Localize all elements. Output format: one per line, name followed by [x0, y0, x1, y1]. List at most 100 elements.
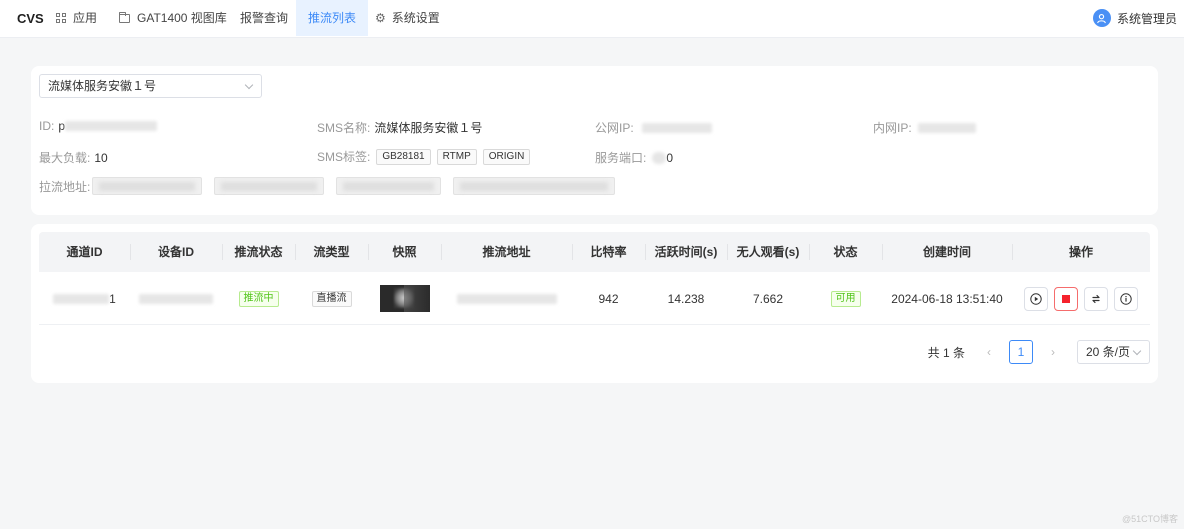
status-badge: 推流中 — [238, 290, 279, 307]
info-label: 内网IP: — [873, 121, 912, 135]
sms-tag: ORIGIN — [482, 148, 531, 165]
chevron-right-icon[interactable]: › — [1043, 345, 1063, 359]
cell-active-time: 14.238 — [667, 291, 705, 306]
table-header: 通道ID 设备ID 推流状态 流类型 快照 推流地址 比特率 活跃时间(s) 无… — [39, 232, 1150, 272]
info-max-load: 最大负载: 10 — [39, 149, 108, 166]
column-header: 比特率 — [590, 245, 627, 259]
page-number-current[interactable]: 1 — [1009, 340, 1033, 364]
column-header: 通道ID — [66, 245, 103, 259]
info-private-ip: 内网IP: — [873, 119, 976, 136]
nav-item-label: 推流列表 — [308, 11, 357, 25]
table-row: 1 推流中 直播流 942 14.238 7.662 可用 2024-06-18… — [39, 272, 1150, 325]
info-sms-tags: SMS标签: GB28181 RTMP ORIGIN — [317, 148, 536, 165]
pull-address-item[interactable] — [336, 177, 442, 195]
user-name: 系统管理员 — [1116, 11, 1177, 26]
server-info-card: 流媒体服务安徽１号 ID: p SMS名称: 流媒体服务安徽１号 公网IP: 内… — [31, 66, 1158, 215]
pagination: 共 1 条 ‹ 1 › 20 条/页 — [928, 340, 1150, 364]
info-value: 流媒体服务安徽１号 — [374, 121, 483, 135]
info-label: 最大负载: — [39, 151, 91, 165]
stop-button[interactable] — [1054, 286, 1078, 311]
page-size-value: 20 条/页 — [1086, 345, 1131, 359]
user-menu[interactable]: 系统管理员 — [1092, 9, 1177, 27]
info-label: ID: — [39, 119, 55, 133]
info-label: 拉流地址: — [39, 179, 91, 194]
nav-item-gat1400[interactable]: GAT1400 视图库 — [111, 0, 235, 36]
nav-item-alarm-query[interactable]: 报警查询 — [232, 0, 296, 36]
nav-item-apps[interactable]: 应用 — [48, 0, 105, 36]
app-logo[interactable]: CVS — [17, 11, 44, 26]
info-button[interactable] — [1114, 286, 1138, 311]
info-sms-name: SMS名称: 流媒体服务安徽１号 — [317, 119, 482, 136]
stream-list-card: 通道ID 设备ID 推流状态 流类型 快照 推流地址 比特率 活跃时间(s) 无… — [31, 224, 1158, 383]
info-value: 0 — [666, 150, 674, 165]
column-header: 快照 — [392, 245, 417, 259]
column-header: 操作 — [1068, 245, 1093, 259]
column-header: 活跃时间(s) — [654, 245, 718, 259]
user-icon — [1092, 9, 1111, 27]
nav-item-stream-list[interactable]: 推流列表 — [296, 0, 369, 36]
pagination-total: 共 1 条 — [927, 345, 965, 360]
redacted-value — [917, 122, 976, 133]
server-select[interactable]: 流媒体服务安徽１号 — [39, 74, 262, 98]
play-icon — [1030, 292, 1042, 305]
grid-icon — [56, 13, 66, 23]
sms-tag: GB28181 — [376, 148, 431, 165]
info-value: 10 — [94, 150, 108, 165]
nav-item-label: GAT1400 视图库 — [137, 11, 227, 25]
sms-tag: RTMP — [436, 148, 477, 165]
info-port: 服务端口: 0 — [595, 149, 673, 166]
info-label: SMS名称: — [317, 121, 371, 135]
info-label: 服务端口: — [595, 151, 647, 165]
redacted-value — [139, 293, 213, 304]
info-icon — [1120, 292, 1132, 305]
type-badge: 直播流 — [311, 290, 352, 307]
switch-button[interactable] — [1084, 286, 1108, 311]
cell-channel-id: 1 — [39, 272, 130, 325]
folder-icon — [119, 11, 130, 23]
cell-created-time: 2024-06-18 13:51:40 — [891, 291, 1003, 306]
cell-device-id — [130, 272, 222, 325]
top-nav-bar: CVS 应用 GAT1400 视图库 报警查询 推流列表 ⚙ 系统设置 系统管理… — [0, 0, 1184, 38]
info-id: ID: p — [39, 119, 158, 133]
nav-item-label: 应用 — [73, 11, 98, 25]
nav-item-label: 系统设置 — [391, 11, 440, 25]
cell-snapshot — [368, 272, 441, 325]
redacted-value — [65, 121, 158, 131]
snapshot-image[interactable] — [379, 285, 430, 312]
status-badge: 可用 — [830, 290, 861, 307]
pull-address-item[interactable] — [214, 177, 325, 195]
cell-push-status: 推流中 — [222, 272, 295, 325]
gear-icon: ⚙ — [375, 11, 386, 25]
nav-item-system-settings[interactable]: ⚙ 系统设置 — [367, 0, 448, 36]
cell-push-address — [441, 272, 572, 325]
play-button[interactable] — [1024, 286, 1048, 311]
watermark: @51CTO博客 — [1122, 514, 1178, 524]
column-header: 流类型 — [313, 245, 350, 259]
info-public-ip: 公网IP: — [595, 119, 712, 136]
cell-stream-type: 直播流 — [295, 272, 368, 325]
redacted-value — [53, 293, 110, 304]
column-header: 推流地址 — [482, 245, 531, 259]
redacted-value — [652, 151, 667, 164]
column-header: 创建时间 — [922, 245, 971, 259]
stop-icon — [1062, 294, 1070, 303]
info-value: p — [58, 119, 66, 133]
pull-address-item[interactable] — [92, 177, 203, 195]
cell-actions — [1012, 272, 1150, 325]
cell-status: 可用 — [809, 272, 882, 325]
switch-icon — [1092, 294, 1100, 303]
page-size-select[interactable]: 20 条/页 — [1077, 340, 1150, 364]
column-header: 推流状态 — [234, 245, 283, 259]
chevron-left-icon[interactable]: ‹ — [979, 345, 999, 359]
info-pull-address: 拉流地址: — [39, 177, 627, 195]
chevron-down-icon — [1132, 346, 1142, 356]
column-header: 设备ID — [157, 245, 194, 259]
info-label: SMS标签: — [317, 150, 371, 164]
server-select-value: 流媒体服务安徽１号 — [48, 79, 157, 93]
column-header: 无人观看(s) — [736, 245, 800, 259]
cell-value: 1 — [109, 291, 116, 306]
cell-idle-time: 7.662 — [752, 291, 784, 306]
cell-bitrate: 942 — [598, 291, 619, 306]
pull-address-item[interactable] — [453, 177, 616, 195]
nav-item-label: 报警查询 — [240, 11, 289, 25]
